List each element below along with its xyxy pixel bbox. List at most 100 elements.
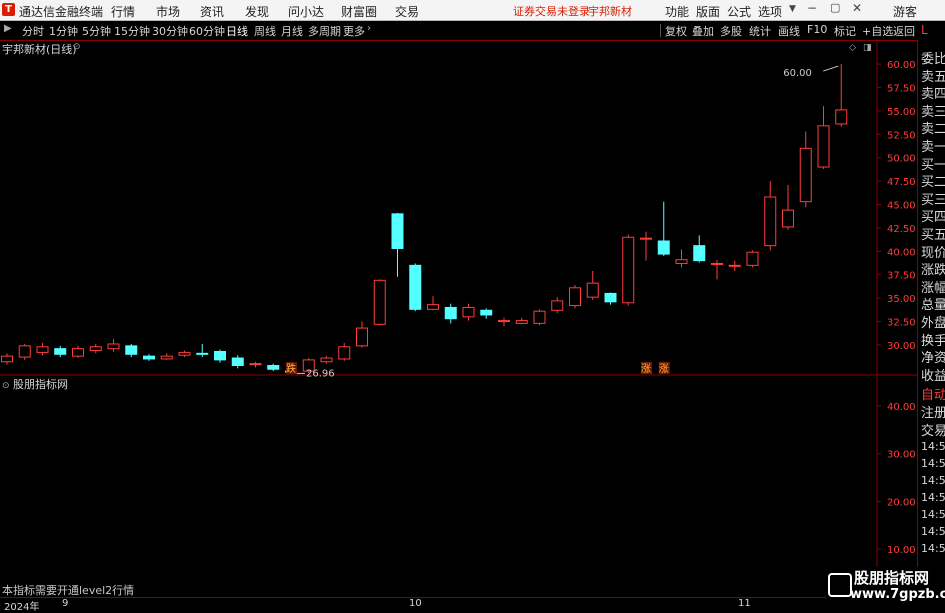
indicator-tick-label: 20.00 (887, 497, 916, 508)
quote-label: 涨幅 (921, 280, 945, 296)
tool-add-watchlist[interactable]: +自选 (862, 23, 893, 39)
menu-item-discover[interactable]: 发现 (245, 3, 269, 20)
menu-item-market[interactable]: 市场 (156, 3, 180, 20)
menu-item-formula[interactable]: 公式 (727, 3, 751, 20)
candle-body (125, 345, 138, 355)
price-tick-label: 37.50 (887, 271, 916, 282)
date-label-nov: 11 (738, 598, 751, 609)
price-tick-label: 55.00 (887, 107, 916, 118)
candle-body (657, 240, 670, 255)
price-tick-label: 30.00 (887, 341, 916, 352)
toolbar: ▶ 分时 1分钟 5分钟 15分钟 30分钟 60分钟 日线 周线 月线 多周期… (0, 21, 945, 41)
menu-item-quotes[interactable]: 行情 (111, 3, 135, 20)
price-tick-label: 52.50 (887, 130, 916, 141)
candle-body (36, 346, 49, 353)
minimize-icon[interactable]: − (807, 1, 817, 15)
app-title: 通达信金融终端 (19, 5, 104, 19)
price-tick-label: 60.00 (887, 60, 916, 71)
price-axis: 60.00 57.50 55.00 52.50 50.00 47.50 45.00 42.50… (877, 60, 916, 556)
quote-label: 注册 (921, 406, 945, 421)
tab-30min[interactable]: 30分钟 (152, 23, 188, 39)
event-marker-label: 跌 (286, 362, 296, 375)
dropdown-icon[interactable]: ▼ (789, 4, 796, 14)
panel-toggle[interactable]: L (917, 21, 945, 40)
quote-panel: 委比 卖五 卖四 卖三 卖二 卖一 买一 买二 买三 买四 买五 现价 涨跌 涨幅 总量 外盘 换手 净资 收益 自动… (917, 40, 945, 609)
indicator-tick-label: 30.00 (887, 450, 916, 461)
candle-body (54, 348, 67, 355)
candle-body (551, 300, 564, 311)
tab-60min[interactable]: 60分钟 (189, 23, 225, 39)
menu-item-ask[interactable]: 问小达 (288, 3, 324, 20)
stock-name: 宇邦新材 (588, 5, 632, 18)
watermark-logo-icon (828, 573, 852, 597)
candle-body (373, 279, 386, 325)
candle-body (1, 355, 13, 363)
tab-intraday[interactable]: 分时 (22, 23, 44, 39)
expand-icon[interactable]: ▶ (4, 23, 12, 34)
tool-f10[interactable]: F10 (807, 23, 827, 36)
chart-settings-icon[interactable]: ◇ (849, 43, 856, 53)
kline-chart[interactable]: 60.00 57.50 55.00 52.50 50.00 47.50 45.00 42.50… (0, 40, 917, 597)
tab-monthly[interactable]: 月线 (281, 23, 303, 39)
tool-overlay[interactable]: 叠加 (692, 23, 714, 39)
menu-item-layout[interactable]: 版面 (696, 3, 720, 20)
indicator-title: 股朋指标网 (13, 378, 69, 391)
trade-time: 14:56 (921, 542, 945, 555)
tool-mark[interactable]: 标记 (834, 23, 856, 39)
panel-badge: L (921, 23, 928, 37)
main-chart-title: 宇邦新材(日线) (2, 43, 77, 56)
quote-label: 卖一 (921, 140, 945, 155)
date-axis: 2024年 9 10 11 (0, 597, 917, 613)
tool-back[interactable]: 返回 (893, 23, 915, 39)
candle-body (18, 345, 31, 358)
candle-body (249, 363, 262, 366)
menu-item-wealth[interactable]: 财富圈 (341, 3, 377, 20)
tab-daily[interactable]: 日线 (226, 23, 248, 39)
menu-item-functions[interactable]: 功能 (665, 3, 689, 20)
restore-icon[interactable]: ▢ (830, 1, 840, 14)
tab-more[interactable]: 更多 (343, 23, 365, 39)
candle-body (338, 346, 351, 360)
quote-label: 卖二 (921, 122, 945, 138)
candle-body (835, 109, 848, 125)
candle-body (267, 365, 280, 370)
high-price-label: 60.00 (783, 68, 812, 79)
collapse-icon[interactable]: ⊙ (73, 42, 81, 52)
candle-body (391, 213, 404, 249)
close-icon[interactable]: ✕ (852, 1, 862, 15)
more-arrow-icon[interactable]: › (367, 23, 371, 34)
menu-item-trade[interactable]: 交易 (395, 3, 419, 20)
quote-label: 卖三 (921, 104, 945, 120)
login-notice[interactable]: 证券交易未登录 (513, 3, 590, 19)
candle-body (480, 309, 493, 316)
candle-body (196, 352, 209, 355)
tab-weekly[interactable]: 周线 (254, 23, 276, 39)
guest-label[interactable]: 游客 (893, 3, 917, 20)
tool-draw[interactable]: 画线 (778, 23, 800, 39)
menu-bar: T 通达信金融终端 行情 市场 资讯 发现 问小达 财富圈 交易 证券交易未登录… (0, 0, 945, 21)
tool-multi-stock[interactable]: 多股 (720, 23, 742, 39)
chart-toggle-icon[interactable]: ◨ (863, 43, 872, 53)
tab-5min[interactable]: 5分钟 (82, 23, 111, 39)
candle-body (622, 236, 635, 304)
price-tick-label: 40.00 (887, 247, 916, 258)
watermark: 股朋指标网 www.7gpzb.com (826, 567, 945, 609)
price-tick-label: 32.50 (887, 318, 916, 329)
tab-15min[interactable]: 15分钟 (114, 23, 150, 39)
indicator-collapse-icon[interactable]: ⊙ (2, 381, 10, 391)
tool-adjust[interactable]: 复权 (665, 23, 687, 39)
quote-label: 外盘 (921, 316, 945, 331)
tab-multi-period[interactable]: 多周期 (308, 23, 341, 39)
date-label-year: 2024年 (4, 602, 40, 613)
tool-statistics[interactable]: 统计 (749, 23, 771, 39)
quote-label: 涨跌 (921, 263, 945, 279)
menu-item-options[interactable]: 选项 (758, 3, 782, 20)
menu-item-news[interactable]: 资讯 (200, 3, 224, 20)
quote-label: 买一 (921, 157, 945, 173)
price-tick-label: 35.00 (887, 294, 916, 305)
tab-1min[interactable]: 1分钟 (49, 23, 78, 39)
candle-body (214, 350, 226, 361)
candle-body (782, 209, 794, 228)
candle-body (231, 357, 244, 367)
candle-body (89, 346, 102, 352)
